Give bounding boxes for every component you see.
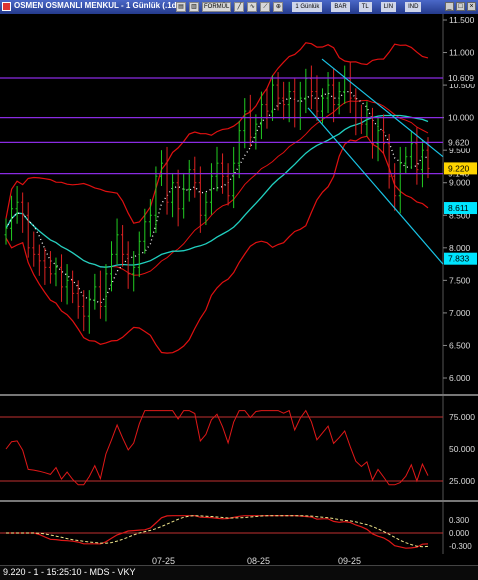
price-axis-label: 8.000 [449,243,471,253]
highlight-label: 8.611 [448,203,469,213]
level-label: 9.620 [448,137,470,147]
price-axis-label: 6.000 [449,373,471,383]
level-label: 10.000 [448,113,474,123]
app-icon [2,2,11,11]
price-axis-label: 11.000 [449,48,475,58]
bar-type-button[interactable]: BAR [331,2,350,12]
rsi-axis-label: 50.000 [449,444,475,454]
highlight-label: 7.833 [448,254,470,264]
window-titlebar: OSMEN OSMANLI MENKUL - 1 Günlük (.1d) ▤ … [0,0,478,15]
toolbar-button-2[interactable]: ▥ [189,2,199,12]
price-axis-label: 7.500 [449,275,471,285]
trend-tool-icon[interactable]: ⟋ [260,2,271,12]
price-axis-label: 11.500 [449,15,475,25]
chart-toolbar: ▤ ▥ FORMÜL ╱ ∿ ⟋ ⊕ 1 Günlük BAR TL LIN I… [176,1,422,13]
rsi-axis-label: 25.000 [449,476,475,486]
price-axis-label: 7.000 [449,308,471,318]
close-icon[interactable]: × [467,2,476,11]
status-text: 9.220 - 1 - 15:25:10 - MDS - VKY [3,567,136,577]
macd-axis-label: -0.300 [449,542,472,551]
window-title: OSMEN OSMANLI MENKUL - 1 Günlük (.1d) [14,1,180,10]
toolbar-button-1[interactable]: ▤ [176,2,186,12]
price-chart-panel[interactable]: 11.50011.00010.50010.0009.5009.0008.5008… [0,14,478,394]
indicator-button[interactable]: IND [405,2,422,12]
macd-axis-label: 0.300 [449,516,470,525]
price-axis-label: 6.500 [449,340,471,350]
status-bar: 9.220 - 1 - 15:25:10 - MDS - VKY [0,565,478,580]
macd-axis-label: 0.000 [449,529,470,538]
level-label: 10.609 [448,73,474,83]
zoom-icon[interactable]: ⊕ [273,2,284,12]
formula-button[interactable]: FORMÜL [202,2,232,12]
draw-line-icon[interactable]: ╱ [234,2,245,12]
x-axis: 07-25 08-25 09-25 [0,554,478,566]
period-selector[interactable]: 1 Günlük [292,2,323,12]
rsi-axis-label: 75.000 [449,412,475,422]
macd-panel[interactable]: 0.300 0.000 -0.300 [0,502,478,554]
scale-button[interactable]: LIN [380,2,397,12]
window-controls: _ □ × [445,2,476,11]
currency-button[interactable]: TL [358,2,372,12]
line-tool-icon[interactable]: ∿ [247,2,258,12]
current-price-label: 9.220 [448,163,470,173]
maximize-icon[interactable]: □ [456,2,465,11]
minimize-icon[interactable]: _ [445,2,454,11]
rsi-panel[interactable]: 75.000 50.000 25.000 [0,396,478,500]
